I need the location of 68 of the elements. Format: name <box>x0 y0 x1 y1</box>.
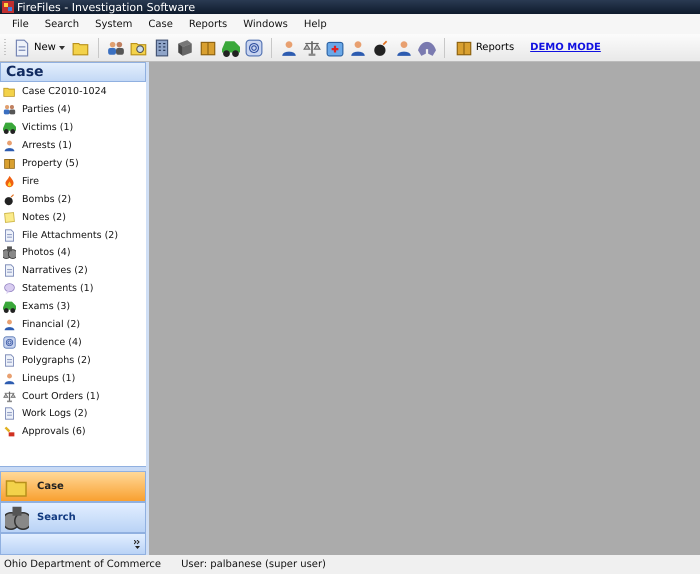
status-text: User: palbanese (super user) <box>181 559 326 570</box>
menu-item[interactable]: System <box>87 18 140 30</box>
person-icon <box>3 318 16 332</box>
tree-item[interactable]: Photos (4) <box>0 244 146 262</box>
document-icon <box>3 407 16 420</box>
menu-item[interactable]: Case <box>140 18 181 30</box>
caret-icon <box>58 46 65 50</box>
binoculars-icon <box>5 506 29 530</box>
car-icon <box>3 121 16 134</box>
people-icon <box>3 103 16 116</box>
tree-item[interactable]: Polygraphs (2) <box>0 351 146 370</box>
tree-item[interactable]: Property (5) <box>0 154 146 172</box>
bomb-icon <box>372 38 390 56</box>
bomb-icon <box>3 192 16 206</box>
tree-item[interactable]: Statements (1) <box>0 280 146 298</box>
menu-item[interactable]: Search <box>36 18 88 30</box>
document-icon <box>3 354 16 367</box>
tree-item[interactable]: Notes (2) <box>0 208 146 226</box>
nav-button[interactable]: Case <box>0 471 146 502</box>
demo-mode-link[interactable]: DEMO MODE <box>530 42 601 53</box>
status-text: Ohio Department of Commerce <box>4 559 162 570</box>
scales-icon <box>3 390 16 403</box>
tree-item[interactable]: Exams (3) <box>0 298 146 316</box>
menu-item[interactable]: Reports <box>180 18 236 30</box>
person-icon <box>280 38 298 56</box>
tree-item[interactable]: Bombs (2) <box>0 190 146 208</box>
tree-item[interactable]: Work Logs (2) <box>0 405 146 423</box>
tree-item[interactable]: Narratives (2) <box>0 262 146 280</box>
new-button[interactable]: New <box>10 38 68 58</box>
person-icon <box>3 372 16 385</box>
reports-button[interactable]: Reports <box>452 38 518 58</box>
person-icon <box>3 139 16 152</box>
folder-icon <box>3 85 16 98</box>
menu-item[interactable]: Help <box>296 18 335 30</box>
tree-item[interactable]: Lineups (1) <box>0 369 146 388</box>
tree-item[interactable]: File Attachments (2) <box>0 226 146 244</box>
tree-item[interactable]: Case C2010-1024 <box>0 83 146 101</box>
window-title: FireFiles - Investigation Software <box>17 0 196 14</box>
flame-icon <box>3 174 16 188</box>
person-icon <box>348 38 367 56</box>
speech-bubble-icon <box>3 282 16 296</box>
tree-item[interactable]: Evidence (4) <box>0 333 146 352</box>
nav-button[interactable]: Search <box>0 502 146 533</box>
menu-item[interactable]: File <box>4 18 37 30</box>
note-icon <box>3 210 16 224</box>
tree-item[interactable]: Fire <box>0 172 146 190</box>
splitter-handle[interactable] <box>0 466 146 471</box>
menu-item[interactable]: Windows <box>235 18 296 30</box>
tree-item[interactable]: Financial (2) <box>0 316 146 334</box>
toolbar-grip <box>4 38 7 58</box>
tree-item[interactable]: Court Orders (1) <box>0 387 146 406</box>
document-icon <box>3 228 16 242</box>
person-icon <box>394 38 413 56</box>
chevron-icon[interactable] <box>134 540 141 548</box>
app-icon <box>2 1 14 13</box>
scales-icon <box>302 38 321 56</box>
binoculars-icon <box>3 246 16 260</box>
car-icon <box>222 38 240 56</box>
car-icon <box>3 300 16 314</box>
panel-header: Case <box>0 62 146 82</box>
tree-item[interactable]: Victims (1) <box>0 118 146 137</box>
stamp-icon <box>3 425 16 438</box>
tree-item[interactable]: Parties (4) <box>0 100 146 119</box>
document-icon <box>13 38 31 56</box>
document-icon <box>3 264 16 278</box>
tree-item[interactable]: Approvals (6) <box>0 422 146 441</box>
box-icon <box>3 157 16 170</box>
tree-item[interactable]: Arrests (1) <box>0 136 146 155</box>
